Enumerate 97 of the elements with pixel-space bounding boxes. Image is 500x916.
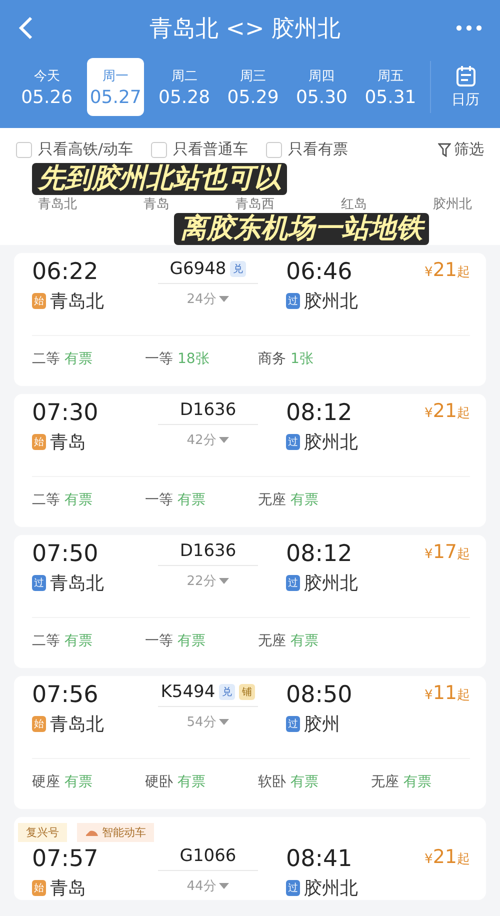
arrival-station: 胶州北 [304,572,358,595]
caret-icon [219,437,230,443]
back-button[interactable] [18,16,34,40]
price: ¥21起 [424,400,470,422]
seat-availability: 二等 有票 [32,491,94,509]
caption-overlay: 离胶东机场一站地铁 [174,213,429,245]
seat-availability: 二等 有票 [32,632,94,650]
station-type-badge: 始 [32,716,46,732]
caption-overlay: 先到胶州北站也可以 [32,163,287,195]
duration-toggle[interactable]: 42分 [186,431,230,449]
train-badge: 铺 [239,684,256,700]
caret-icon [219,296,230,302]
seat-availability: 无座 有票 [371,773,432,791]
arrival-station: 胶州北 [304,290,358,313]
train-number: D1636 [180,541,236,561]
train-number: G1066 [180,846,236,866]
seat-availability: 二等 有票 [32,350,94,368]
train-number: D1636 [180,400,236,420]
duration-toggle[interactable]: 24分 [186,290,230,308]
seat-availability: 软卧 有票 [258,773,320,791]
departure-station: 青岛北 [50,290,104,313]
date-tab[interactable]: 周二 05.28 [155,58,214,116]
filter-checkbox[interactable]: 只看有票 [266,140,348,159]
station-type-badge: 过 [286,434,300,450]
seat-availability: 无座 有票 [258,491,320,509]
station-type-badge: 过 [32,575,46,591]
train-card[interactable]: 07:56 始 青岛北 K5494 兑 铺 54分 08:50 过 胶州 ¥11起 硬座 有票 硬卧 有票 软卧 有票 无座 有票 [14,676,486,809]
filter-checkbox[interactable]: 只看高铁/动车 [16,140,134,159]
train-number: G6948 [170,259,226,279]
train-badge: 兑 [230,261,246,277]
seat-availability: 商务 1张 [258,350,314,368]
departure-station: 青岛北 [50,713,104,736]
caret-icon [219,883,230,889]
seat-availability: 一等 有票 [145,632,206,650]
station-label: 青岛 [143,196,170,213]
arrival-station: 胶州北 [304,877,358,900]
train-card[interactable]: 07:30 始 青岛 D1636 42分 08:12 过 胶州北 ¥21起 二等 有票 一等 有票 无座 有票 [14,394,486,527]
station-type-badge: 始 [32,293,46,309]
arrival-time: 06:46 [286,259,354,285]
calendar-icon [456,65,476,87]
station-type-badge: 过 [286,293,300,309]
calendar-button[interactable]: 日历 [430,61,500,113]
train-icon [85,828,99,836]
train-card[interactable]: 复兴号 智能动车 07:57 始 青岛 G1066 44分 08:41 过 胶州北 ¥21起 [14,817,486,900]
date-tab[interactable]: 周一 05.27 [86,58,144,116]
station-label: 青岛北 [38,196,77,213]
station-label: 青岛西 [236,196,274,213]
train-card[interactable]: 06:22 始 青岛北 G6948 兑 24分 06:46 过 胶州北 ¥21起 二等 有票 一等 18张 商务 1张 [14,253,486,386]
arrival-station: 胶州北 [304,431,358,454]
arrival-time: 08:41 [286,846,354,872]
date-tab[interactable]: 周五 05.31 [362,58,420,116]
duration-toggle[interactable]: 54分 [186,713,230,731]
train-number: K5494 [160,682,216,702]
price: ¥17起 [424,541,470,563]
seat-availability: 一等 有票 [145,491,206,509]
train-tag: 复兴号 [18,823,67,842]
caret-icon [219,578,230,584]
station-label: 胶州北 [433,196,472,213]
duration-toggle[interactable]: 22分 [186,572,230,590]
departure-time: 06:22 [32,259,100,285]
train-badge: 兑 [219,684,236,700]
station-type-badge: 过 [286,575,300,591]
seat-availability: 硬卧 有票 [145,773,206,791]
filter-button[interactable]: 筛选 [438,140,484,159]
departure-station: 青岛北 [50,572,104,595]
departure-time: 07:30 [32,400,100,426]
more-button[interactable] [456,25,482,31]
departure-station: 青岛 [50,431,86,454]
seat-availability: 一等 18张 [145,350,210,368]
filter-icon [438,142,451,156]
station-type-badge: 始 [32,880,46,896]
station-label: 红岛 [340,196,367,213]
departure-time: 07:50 [32,541,100,567]
train-card[interactable]: 07:50 过 青岛北 D1636 22分 08:12 过 胶州北 ¥17起 二等 有票 一等 有票 无座 有票 [14,535,486,668]
station-type-badge: 始 [32,434,46,450]
date-tab[interactable]: 今天 05.26 [18,58,76,116]
departure-time: 07:56 [32,682,100,708]
departure-station: 青岛 [50,877,86,900]
filter-checkbox[interactable]: 只看普通车 [151,140,248,159]
departure-time: 07:57 [32,846,100,872]
arrival-time: 08:12 [286,400,354,426]
page-title: 青岛北 <> 胶州北 [149,14,341,44]
station-type-badge: 过 [286,880,300,896]
price: ¥11起 [424,682,470,704]
seat-availability: 硬座 有票 [32,773,94,791]
arrival-time: 08:50 [286,682,354,708]
price: ¥21起 [424,259,470,281]
arrival-station: 胶州 [304,713,340,736]
arrival-time: 08:12 [286,541,354,567]
train-tag: 智能动车 [77,823,154,842]
station-type-badge: 过 [286,716,300,732]
date-tab[interactable]: 周四 05.30 [292,58,351,116]
date-tab[interactable]: 周三 05.29 [224,58,282,116]
caret-icon [219,719,230,725]
price: ¥21起 [424,846,470,868]
seat-availability: 无座 有票 [258,632,320,650]
duration-toggle[interactable]: 44分 [186,877,230,895]
